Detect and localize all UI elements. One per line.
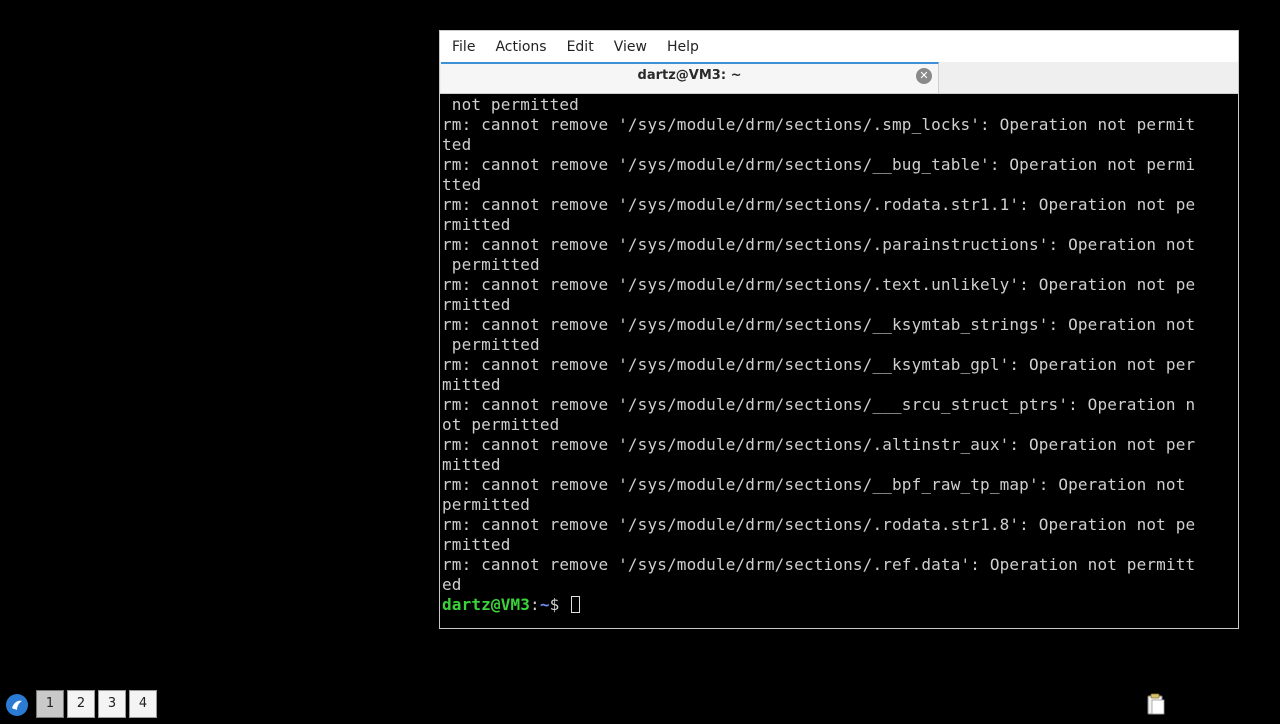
terminal-line: ot permitted bbox=[442, 415, 560, 434]
terminal-line: mitted bbox=[442, 375, 501, 394]
terminal-line: rm: cannot remove '/sys/module/drm/secti… bbox=[442, 315, 1196, 334]
terminal-line: ted bbox=[442, 135, 472, 154]
terminal-line: rm: cannot remove '/sys/module/drm/secti… bbox=[442, 235, 1196, 254]
terminal-line: rmitted bbox=[442, 295, 511, 314]
terminal-line: mitted bbox=[442, 455, 501, 474]
menubar: File Actions Edit View Help bbox=[440, 31, 1238, 62]
terminal-line: rm: cannot remove '/sys/module/drm/secti… bbox=[442, 515, 1196, 534]
terminal-line: rm: cannot remove '/sys/module/drm/secti… bbox=[442, 195, 1196, 214]
terminal-output[interactable]: not permitted rm: cannot remove '/sys/mo… bbox=[442, 95, 1232, 625]
tab-title: dartz@VM3: ~ bbox=[637, 68, 742, 83]
terminal-line: permitted bbox=[442, 495, 531, 514]
terminal-line: permitted bbox=[442, 335, 540, 354]
terminal-line: rm: cannot remove '/sys/module/drm/secti… bbox=[442, 115, 1196, 134]
prompt-separator: : bbox=[530, 595, 540, 614]
terminal-line: rmitted bbox=[442, 215, 511, 234]
terminal-line: rm: cannot remove '/sys/module/drm/secti… bbox=[442, 475, 1196, 494]
terminal-window: File Actions Edit View Help dartz@VM3: ~… bbox=[439, 30, 1239, 629]
prompt-line[interactable]: dartz@VM3:~$ bbox=[442, 595, 1232, 615]
terminal-line: rm: cannot remove '/sys/module/drm/secti… bbox=[442, 395, 1196, 414]
menu-edit[interactable]: Edit bbox=[557, 39, 604, 55]
prompt-path: ~ bbox=[539, 595, 550, 614]
terminal-line: rm: cannot remove '/sys/module/drm/secti… bbox=[442, 555, 1196, 574]
workspace-3-button[interactable]: 3 bbox=[98, 690, 126, 718]
terminal-line: rmitted bbox=[442, 535, 511, 554]
clipboard-icon[interactable] bbox=[1146, 692, 1166, 716]
tab-bar: dartz@VM3: ~ ✕ bbox=[440, 62, 1238, 94]
close-icon[interactable]: ✕ bbox=[916, 68, 932, 84]
terminal-line: rm: cannot remove '/sys/module/drm/secti… bbox=[442, 275, 1196, 294]
menu-actions[interactable]: Actions bbox=[485, 39, 556, 55]
workspace-2-button[interactable]: 2 bbox=[67, 690, 95, 718]
terminal-line: rm: cannot remove '/sys/module/drm/secti… bbox=[442, 355, 1196, 374]
prompt-user-host: dartz@VM3 bbox=[442, 595, 531, 614]
text-cursor bbox=[571, 596, 581, 613]
prompt-symbol: $ bbox=[549, 595, 570, 614]
terminal-tab[interactable]: dartz@VM3: ~ ✕ bbox=[441, 62, 939, 93]
start-menu-icon[interactable] bbox=[6, 694, 28, 716]
workspace-1-button[interactable]: 1 bbox=[36, 690, 64, 718]
terminal-line: rm: cannot remove '/sys/module/drm/secti… bbox=[442, 155, 1196, 174]
menu-view[interactable]: View bbox=[604, 39, 657, 55]
terminal-line: tted bbox=[442, 175, 482, 194]
menu-help[interactable]: Help bbox=[657, 39, 709, 55]
terminal-line: not permitted bbox=[442, 95, 579, 114]
workspace-4-button[interactable]: 4 bbox=[129, 690, 157, 718]
workspace-switcher: 1 2 3 4 bbox=[36, 690, 157, 718]
terminal-line: rm: cannot remove '/sys/module/drm/secti… bbox=[442, 435, 1196, 454]
terminal-line: ed bbox=[442, 575, 462, 594]
terminal-line: permitted bbox=[442, 255, 540, 274]
lubuntu-logo-icon bbox=[7, 695, 27, 715]
menu-file[interactable]: File bbox=[442, 39, 485, 55]
